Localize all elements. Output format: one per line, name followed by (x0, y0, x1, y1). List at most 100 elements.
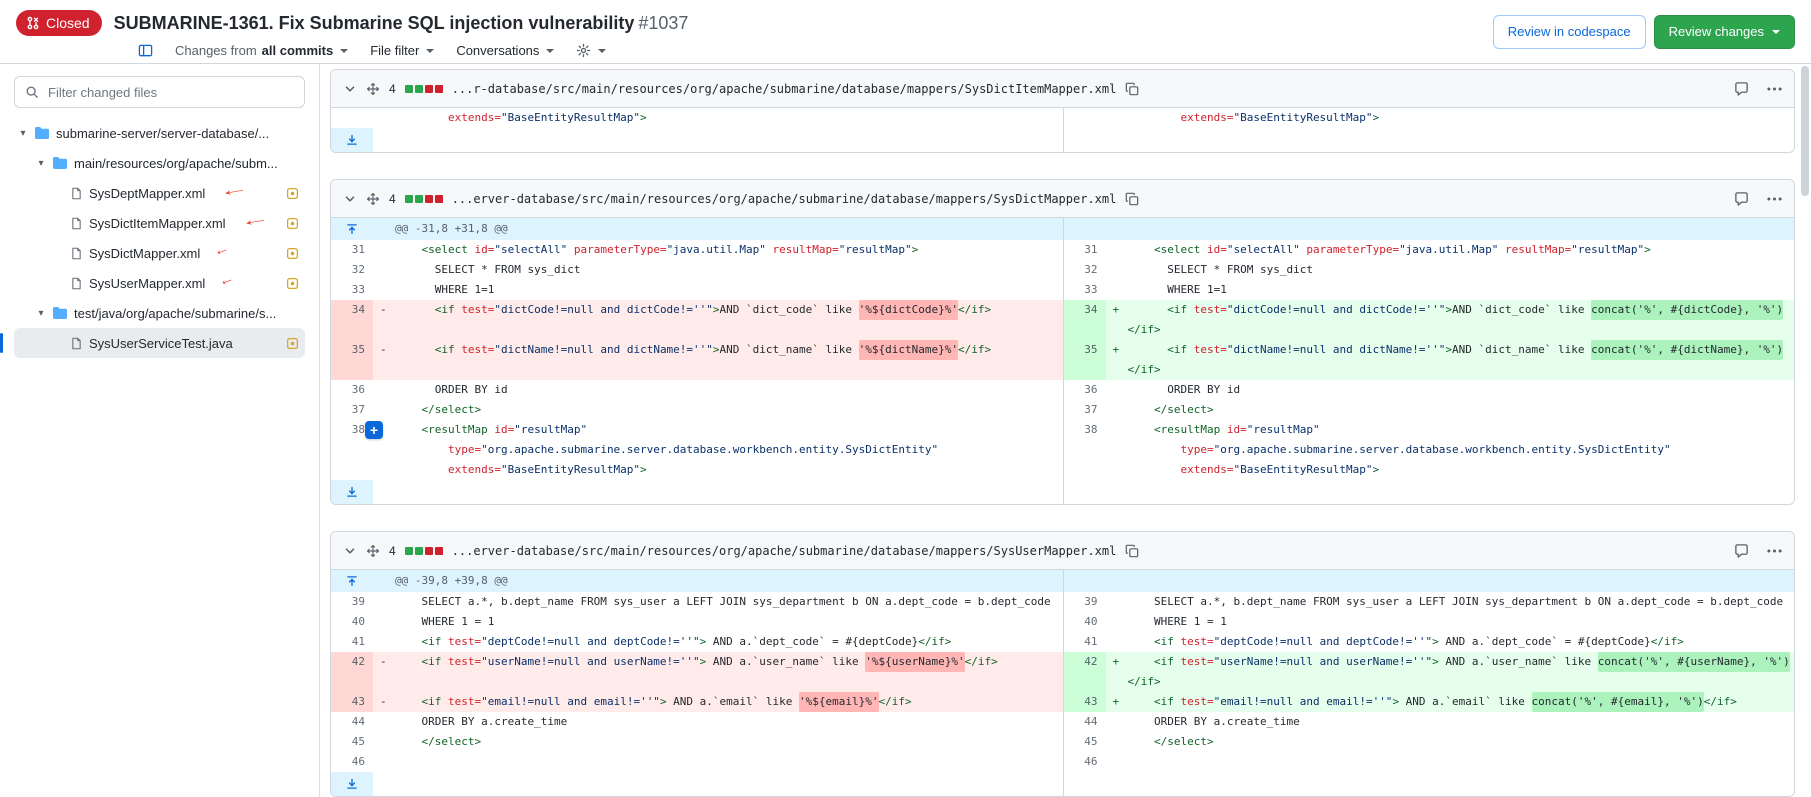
expand-down-button[interactable] (331, 480, 373, 504)
kebab-menu-icon[interactable] (1767, 87, 1782, 91)
line-number-left[interactable] (331, 108, 373, 128)
tree-file-sysusermapper-xml[interactable]: SysUserMapper.xml← (14, 268, 305, 298)
diff-left-pane: 38+ <resultMap id="resultMap" (331, 420, 1063, 440)
line-number-right[interactable]: 31 (1064, 240, 1106, 260)
diff-row: 39 SELECT a.*, b.dept_name FROM sys_user… (331, 592, 1794, 612)
code-line: - <if test="dictCode!=null and dictCode!… (373, 300, 1063, 340)
expand-down-button[interactable] (331, 128, 373, 152)
line-number-right[interactable] (1064, 108, 1106, 128)
line-number-right[interactable] (1064, 460, 1106, 480)
filter-changed-files-input[interactable] (46, 84, 294, 101)
line-number-left[interactable]: 39 (331, 592, 373, 612)
comment-icon[interactable] (1734, 81, 1749, 96)
line-number-left[interactable]: 37 (331, 400, 373, 420)
collapse-file-icon[interactable] (343, 544, 357, 558)
tree-folder-test-java-org-apache-submarine-s[interactable]: ▾test/java/org/apache/submarine/s... (14, 298, 305, 328)
code-line: extends="BaseEntityResultMap"> (373, 460, 1063, 480)
line-number-right[interactable]: 33 (1064, 280, 1106, 300)
drag-handle-icon[interactable] (366, 192, 380, 206)
line-number-left[interactable]: 38+ (331, 420, 373, 440)
line-number-left[interactable] (331, 460, 373, 480)
line-number-left[interactable]: 33 (331, 280, 373, 300)
line-number-right[interactable]: 37 (1064, 400, 1106, 420)
line-number-left[interactable]: 31 (331, 240, 373, 260)
code-line: </select> (1106, 400, 1795, 420)
line-number-left[interactable]: 34 (331, 300, 373, 340)
tree-folder-submarine-server-server-database[interactable]: ▾submarine-server/server-database/... (14, 118, 305, 148)
diff-left-pane: 37 </select> (331, 400, 1063, 420)
line-number-left[interactable]: 40 (331, 612, 373, 632)
diff-row: 43- <if test="email!=null and email!=''"… (331, 692, 1794, 712)
diff-row: 41 <if test="deptCode!=null and deptCode… (331, 632, 1794, 652)
tree-file-sysdeptmapper-xml[interactable]: SysDeptMapper.xml← (14, 178, 305, 208)
tree-item-label: submarine-server/server-database/... (56, 126, 269, 141)
line-number-left[interactable]: 45 (331, 732, 373, 752)
tree-file-sysdictitemmapper-xml[interactable]: SysDictItemMapper.xml← (14, 208, 305, 238)
diff-left-pane: 34- <if test="dictCode!=null and dictCod… (331, 300, 1063, 340)
line-number-left[interactable]: 46 (331, 752, 373, 772)
line-number-left[interactable]: 41 (331, 632, 373, 652)
diff-settings-dropdown[interactable] (576, 43, 606, 58)
tree-file-sysuserservicetest-java[interactable]: SysUserServiceTest.java (14, 328, 305, 358)
add-comment-button[interactable]: + (365, 421, 383, 439)
line-number-right[interactable]: 43 (1064, 692, 1106, 712)
drag-handle-icon[interactable] (366, 82, 380, 96)
review-in-codespace-button[interactable]: Review in codespace (1493, 15, 1646, 49)
line-number-left[interactable]: 44 (331, 712, 373, 732)
line-number-right[interactable]: 46 (1064, 752, 1106, 772)
line-number-right[interactable]: 40 (1064, 612, 1106, 632)
line-number-left[interactable]: 35 (331, 340, 373, 380)
kebab-menu-icon[interactable] (1767, 549, 1782, 553)
tree-folder-main-resources-org-apache-subm[interactable]: ▾main/resources/org/apache/subm... (14, 148, 305, 178)
diff-right-pane: 43+ <if test="email!=null and email!=''"… (1063, 692, 1795, 712)
line-number-right[interactable]: 42 (1064, 652, 1106, 692)
line-number-left[interactable]: 42 (331, 652, 373, 692)
tree-item-label: SysDictItemMapper.xml (89, 216, 226, 231)
diffstat-square (405, 195, 413, 203)
diff-file-header: 4...erver-database/src/main/resources/or… (331, 532, 1794, 570)
line-number-left[interactable]: 43 (331, 692, 373, 712)
line-number-left[interactable]: 32 (331, 260, 373, 280)
line-number-right[interactable]: 44 (1064, 712, 1106, 732)
code-line: <select id="selectAll" parameterType="ja… (373, 240, 1063, 260)
code-line (1106, 480, 1795, 504)
tree-file-sysdictmapper-xml[interactable]: SysDictMapper.xml← (14, 238, 305, 268)
conversations-dropdown[interactable]: Conversations (456, 43, 554, 58)
caret-down-icon (546, 49, 554, 53)
line-number-right[interactable] (1064, 440, 1106, 460)
drag-handle-icon[interactable] (366, 544, 380, 558)
copy-path-icon[interactable] (1125, 192, 1139, 206)
file-filter-dropdown[interactable]: File filter (370, 43, 434, 58)
line-number-right[interactable]: 35 (1064, 340, 1106, 380)
kebab-menu-icon[interactable] (1767, 197, 1782, 201)
review-changes-button[interactable]: Review changes (1654, 15, 1795, 49)
comment-icon[interactable] (1734, 543, 1749, 558)
line-number-right[interactable]: 41 (1064, 632, 1106, 652)
line-number-right[interactable]: 45 (1064, 732, 1106, 752)
expand-up-button[interactable] (331, 570, 373, 592)
collapse-file-icon[interactable] (343, 192, 357, 206)
copy-path-icon[interactable] (1125, 544, 1139, 558)
line-number-left[interactable]: 36 (331, 380, 373, 400)
expand-down-button[interactable] (331, 772, 373, 796)
line-number-right[interactable]: 36 (1064, 380, 1106, 400)
line-number-right[interactable]: 38 (1064, 420, 1106, 440)
diffstat (405, 195, 443, 203)
file-tree-toggle-icon[interactable] (138, 43, 153, 58)
diffstat-square (425, 85, 433, 93)
line-number-right[interactable]: 34 (1064, 300, 1106, 340)
line-number-right[interactable]: 39 (1064, 592, 1106, 612)
collapse-file-icon[interactable] (343, 82, 357, 96)
diff-file-header: 4...r-database/src/main/resources/org/ap… (331, 70, 1794, 108)
file-tree: ▾submarine-server/server-database/...▾ma… (14, 118, 305, 358)
diff-left-pane: 46 (331, 752, 1063, 772)
diff-left-pane: 39 SELECT a.*, b.dept_name FROM sys_user… (331, 592, 1063, 612)
tree-item-label: SysUserServiceTest.java (89, 336, 233, 351)
scrollbar-thumb[interactable] (1801, 66, 1809, 196)
line-number-left[interactable] (331, 440, 373, 460)
copy-path-icon[interactable] (1125, 82, 1139, 96)
expand-up-button[interactable] (331, 218, 373, 240)
changes-from-dropdown[interactable]: Changes from all commits (175, 43, 348, 58)
line-number-right[interactable]: 32 (1064, 260, 1106, 280)
comment-icon[interactable] (1734, 191, 1749, 206)
